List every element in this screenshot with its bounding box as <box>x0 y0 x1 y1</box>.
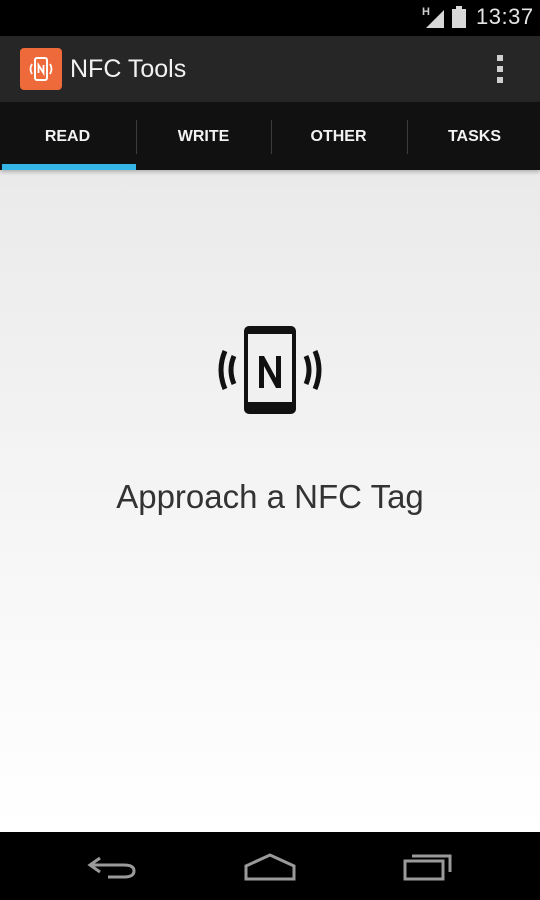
signal-icon <box>426 10 444 28</box>
overflow-dot <box>497 77 503 83</box>
screen: H 13:37 NFC Tools READ WRITE OTHER TASKS… <box>0 0 540 900</box>
tab-other[interactable]: OTHER <box>271 102 406 170</box>
overflow-menu-icon[interactable] <box>488 52 512 86</box>
status-bar: H 13:37 <box>0 0 540 36</box>
app-title: NFC Tools <box>70 55 187 83</box>
read-content: Approach a NFC Tag <box>0 170 540 832</box>
status-time: 13:37 <box>476 4 534 29</box>
home-icon[interactable] <box>243 852 297 882</box>
tab-tasks[interactable]: TASKS <box>407 102 540 170</box>
tab-selected-indicator <box>2 164 136 170</box>
battery-icon <box>452 6 466 28</box>
action-bar: NFC Tools <box>0 36 540 102</box>
overflow-dot <box>497 66 503 72</box>
nfc-app-glyph-icon <box>29 57 53 81</box>
tab-read[interactable]: READ <box>0 102 135 170</box>
approach-tag-message: Approach a NFC Tag <box>116 478 424 515</box>
overflow-dot <box>497 55 503 61</box>
nfc-app-icon[interactable] <box>20 48 62 90</box>
recent-apps-icon[interactable] <box>402 850 454 882</box>
back-icon[interactable] <box>86 854 138 880</box>
tab-write[interactable]: WRITE <box>136 102 271 170</box>
nfc-phone-icon <box>218 326 322 414</box>
navigation-bar <box>0 832 540 900</box>
tab-bar: READ WRITE OTHER TASKS <box>0 102 540 170</box>
